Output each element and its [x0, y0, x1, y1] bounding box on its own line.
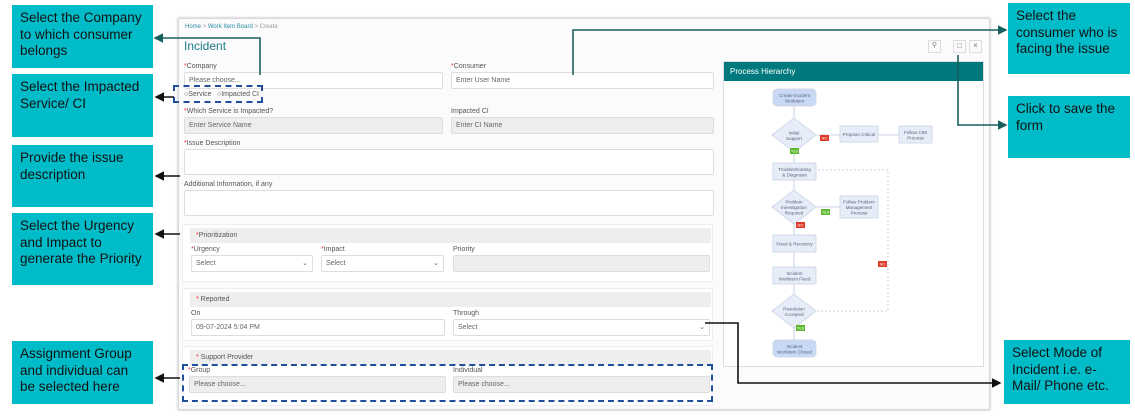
flow-badge-no: NO	[796, 222, 805, 228]
flow-node-workfixed: IncidentWorkitem Fixed	[772, 266, 817, 285]
svg-text:& Diagnosis: & Diagnosis	[782, 172, 807, 177]
svg-text:YES: YES	[822, 211, 830, 215]
svg-text:Workitem Fixed: Workitem Fixed	[779, 276, 811, 281]
svg-text:Process: Process	[907, 135, 924, 140]
svg-text:Accepted: Accepted	[784, 312, 804, 317]
flow-badge-no: NO	[820, 135, 829, 141]
svg-text:Incident: Incident	[786, 344, 803, 349]
svg-text:Investigation: Investigation	[781, 205, 807, 210]
svg-text:Propose Critical: Propose Critical	[843, 132, 875, 137]
svg-text:Incident: Incident	[786, 271, 803, 276]
svg-text:Workitem Closed: Workitem Closed	[777, 349, 812, 354]
svg-text:Troubleshooting: Troubleshooting	[778, 167, 811, 172]
flow-node-problem: ProblemInvestigationRequired	[771, 189, 817, 225]
flow-node-initial: InitialSupport	[771, 117, 817, 153]
svg-text:Process: Process	[851, 211, 868, 216]
svg-text:Problem: Problem	[785, 200, 802, 205]
flow-badge-no: NO	[878, 261, 887, 267]
flow-node-fixed: Fixed & Recovery	[772, 234, 817, 253]
flow-node-create: Create IncidentWorkitem	[772, 88, 817, 107]
process-flowchart: Create IncidentWorkitem InitialSupport Pro…	[771, 88, 933, 358]
flow-node-closed: IncidentWorkitem Closed	[772, 339, 817, 358]
flow-node-followproblem: Follow ProblemManagementProcess	[839, 195, 879, 219]
svg-text:Fixed & Recovery: Fixed & Recovery	[776, 242, 813, 247]
svg-text:Required: Required	[785, 211, 804, 216]
svg-text:Follow Problem: Follow Problem	[843, 200, 875, 205]
svg-text:Management: Management	[846, 205, 874, 210]
flow-node-cim: Follow CIMProcess	[898, 125, 933, 144]
svg-text:Resolution: Resolution	[783, 306, 805, 311]
svg-text:YES: YES	[791, 150, 799, 154]
svg-text:Support: Support	[786, 136, 803, 141]
flow-badge-yes: YES	[796, 325, 805, 331]
svg-text:YES: YES	[797, 327, 805, 331]
flow-badge-yes: YES	[790, 148, 799, 154]
flow-node-propose: Propose Critical	[839, 125, 879, 143]
flow-node-trouble: Troubleshooting& Diagnosis	[772, 162, 817, 181]
svg-text:Create Incident: Create Incident	[779, 93, 811, 98]
flow-node-resolution: ResolutionAccepted	[771, 293, 817, 329]
svg-text:NO: NO	[880, 263, 886, 267]
flow-badge-yes: YES	[821, 209, 830, 215]
svg-text:Follow CIM: Follow CIM	[904, 130, 927, 135]
svg-text:Initial: Initial	[789, 130, 800, 135]
svg-text:Workitem: Workitem	[785, 98, 804, 103]
svg-text:NO: NO	[822, 137, 828, 141]
svg-text:NO: NO	[798, 224, 804, 228]
